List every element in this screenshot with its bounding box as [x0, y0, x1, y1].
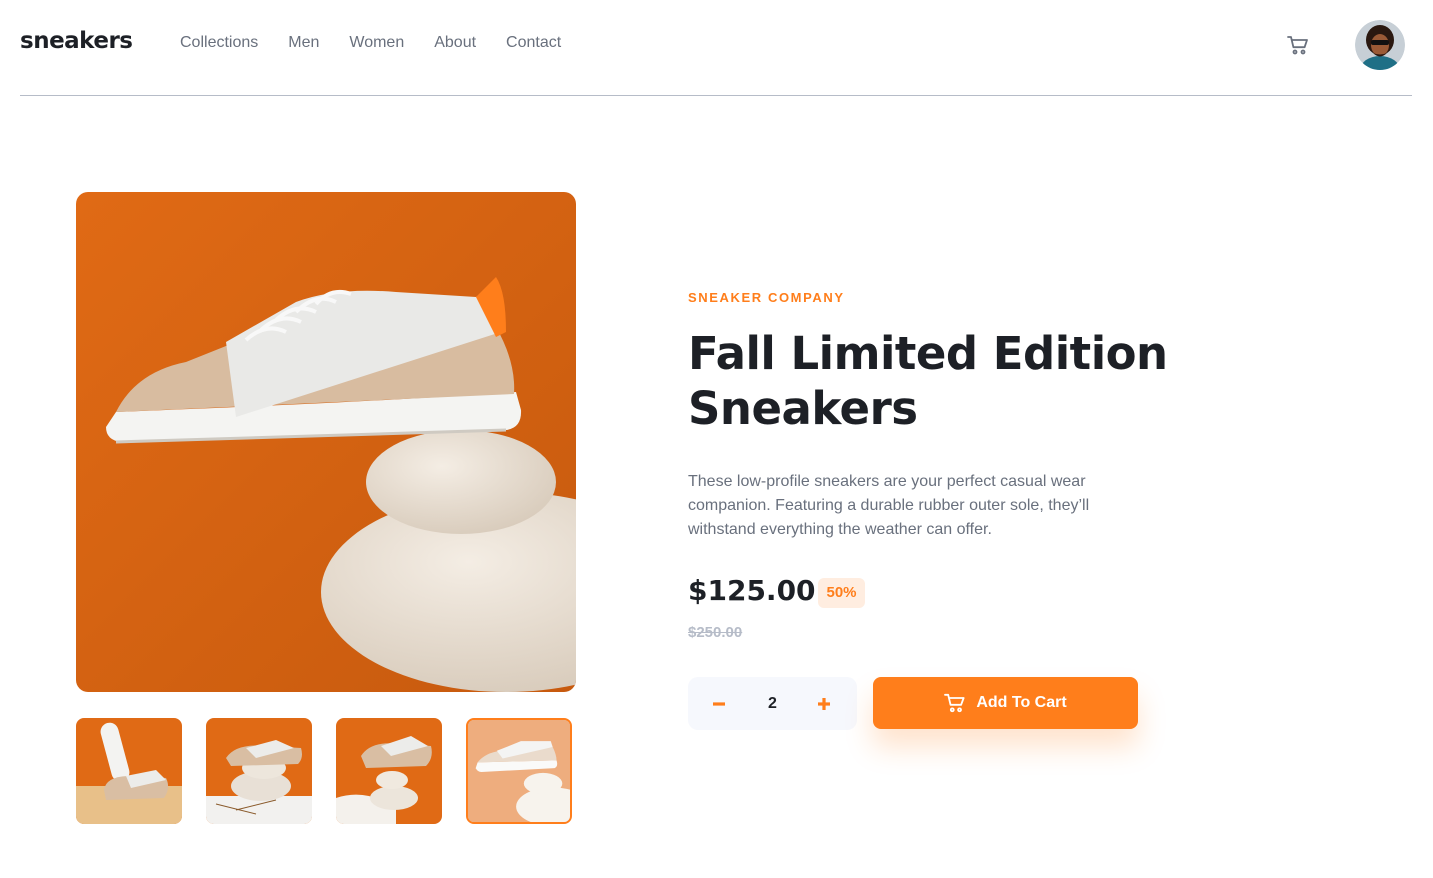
thumbnail-2[interactable]	[206, 718, 312, 824]
add-to-cart-button[interactable]: Add To Cart	[873, 677, 1138, 729]
plus-icon	[818, 697, 830, 710]
minus-icon	[713, 701, 725, 706]
decrease-quantity-button[interactable]	[694, 677, 744, 730]
nav-collections[interactable]: Collections	[180, 34, 258, 52]
add-to-cart-label: Add To Cart	[976, 694, 1067, 711]
thumbnail-4[interactable]	[466, 718, 572, 824]
user-avatar[interactable]	[1355, 20, 1405, 70]
thumbnail-1[interactable]	[76, 718, 182, 824]
nav-women[interactable]: Women	[349, 34, 404, 52]
product-main-image[interactable]	[76, 192, 576, 692]
product-title: Fall Limited Edition Sneakers	[688, 327, 1168, 435]
increase-quantity-button[interactable]	[799, 677, 849, 730]
current-price: $125.00	[688, 574, 816, 607]
nav-men[interactable]: Men	[288, 34, 319, 52]
discount-badge: 50%	[818, 578, 865, 608]
nav-contact[interactable]: Contact	[506, 34, 561, 52]
cart-icon	[944, 693, 965, 713]
site-header: sneakers Collections Men Women About Con…	[20, 0, 1412, 96]
nav-about[interactable]: About	[434, 34, 476, 52]
logo[interactable]: sneakers	[20, 28, 133, 54]
brand-label: SNEAKER COMPANY	[688, 290, 845, 305]
quantity-input[interactable]	[748, 677, 797, 730]
quantity-stepper	[688, 677, 857, 730]
product-description: These low-profile sneakers are your perf…	[688, 473, 1090, 538]
thumbnail-3[interactable]	[336, 718, 442, 824]
cart-icon[interactable]	[1286, 33, 1310, 57]
thumbnail-strip	[76, 718, 576, 824]
active-thumbnail-overlay	[468, 720, 570, 822]
main-nav: Collections Men Women About Contact	[180, 34, 591, 52]
original-price: $250.00	[688, 624, 743, 641]
